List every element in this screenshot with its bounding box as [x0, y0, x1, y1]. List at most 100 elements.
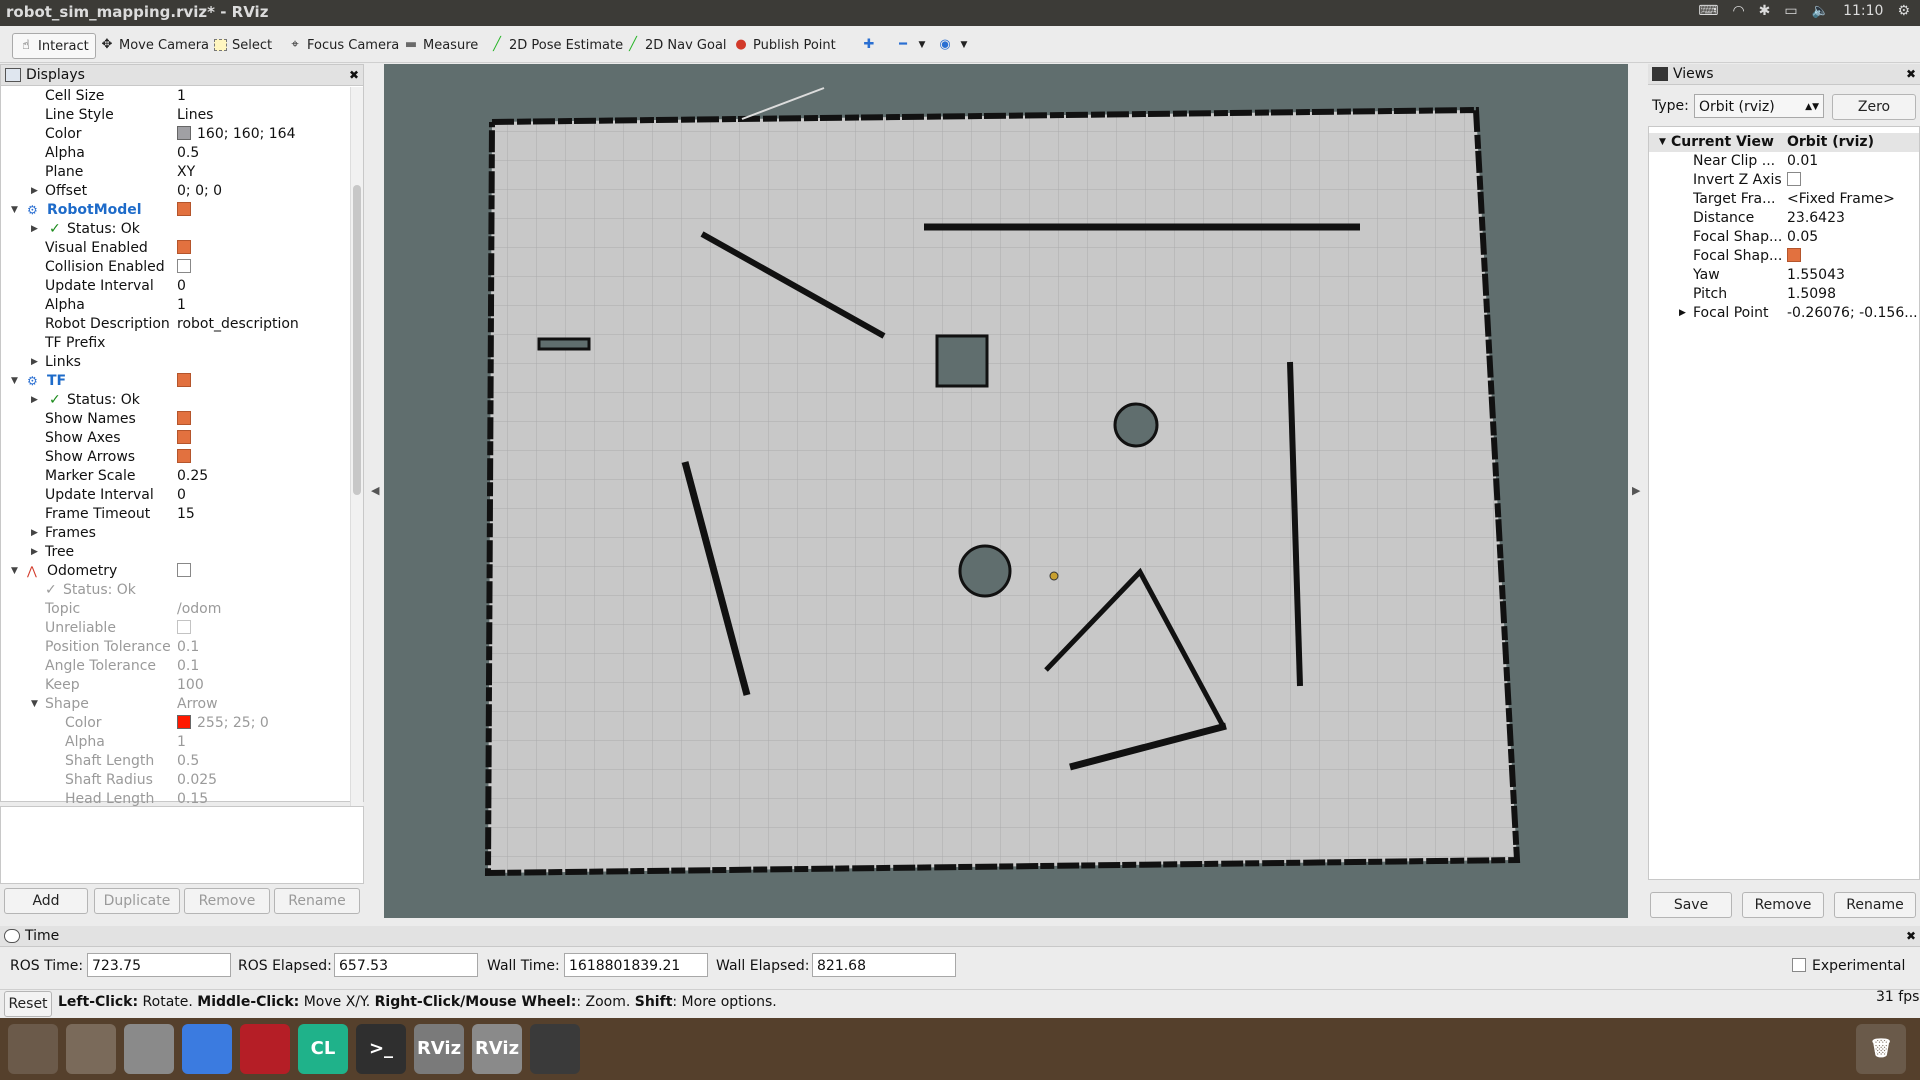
pose-estimate-tool[interactable]: ╱ 2D Pose Estimate [484, 33, 629, 57]
display-value[interactable]: robot_description [177, 315, 299, 334]
display-value[interactable]: 15 [177, 505, 195, 524]
view-prop-row[interactable]: ▶ Focal Point -0.26076; -0.156... [1649, 304, 1919, 323]
clock[interactable]: 11:10 [1843, 3, 1883, 19]
view-options-button[interactable]: ◉ ▼ [932, 33, 977, 57]
checked-checkbox[interactable] [177, 202, 191, 216]
views-tree[interactable]: ▼ Current View Orbit (rviz) Near Clip ..… [1648, 126, 1920, 880]
scrollbar-thumb[interactable] [353, 185, 361, 495]
display-row-shaft-radius[interactable]: Shaft Radius 0.025 [1, 771, 347, 790]
view-type-select[interactable]: Orbit (rviz) ▲▼ [1694, 94, 1824, 118]
expand-right-icon[interactable]: ▶ [31, 391, 38, 410]
display-row-topic[interactable]: Topic/odom [1, 600, 347, 619]
checked-checkbox[interactable] [177, 430, 191, 444]
checkbox[interactable] [177, 620, 191, 634]
displays-scrollbar[interactable] [350, 87, 363, 865]
checkbox[interactable] [177, 259, 191, 273]
focus-camera-tool[interactable]: ⌖ Focus Camera [282, 33, 405, 57]
display-row-color[interactable]: Color 160; 160; 164 [1, 125, 347, 144]
expand-right-icon[interactable]: ▶ [1679, 304, 1686, 323]
power-gear-icon[interactable]: ⚙ [1897, 3, 1910, 19]
save-view-button[interactable]: Save [1650, 892, 1732, 918]
remove-tool-button[interactable]: ━ ▼ [890, 33, 935, 57]
remove-view-button[interactable]: Remove [1742, 892, 1824, 918]
expand-down-icon[interactable]: ▼ [11, 201, 18, 220]
bluetooth-icon[interactable]: ✱ [1759, 3, 1771, 19]
display-row-robot-description[interactable]: Robot Description robot_description [1, 315, 347, 334]
checked-checkbox[interactable] [177, 240, 191, 254]
checked-checkbox[interactable] [177, 373, 191, 387]
expand-down-icon[interactable]: ▼ [11, 562, 18, 581]
add-button[interactable]: Add [4, 888, 88, 914]
display-row-rm-status[interactable]: ▶ ✓ Status: Ok [1, 220, 347, 239]
display-row-frame-timeout[interactable]: Frame Timeout 15 [1, 505, 347, 524]
move-camera-tool[interactable]: ✥ Move Camera [94, 33, 215, 57]
view-prop-row[interactable]: Pitch 1.5098 [1649, 285, 1919, 304]
chrome-icon[interactable] [182, 1024, 232, 1074]
display-row-frames[interactable]: ▶ Frames [1, 524, 347, 543]
reset-button[interactable]: Reset [4, 991, 52, 1017]
display-row-shaft-length[interactable]: Shaft Length 0.5 [1, 752, 347, 771]
display-row-marker-scale[interactable]: Marker Scale 0.25 [1, 467, 347, 486]
close-icon[interactable]: ✖ [1906, 67, 1916, 81]
display-value[interactable]: 1 [177, 87, 186, 106]
current-view-row[interactable]: ▼ Current View Orbit (rviz) [1649, 133, 1919, 152]
display-value[interactable]: 1 [177, 296, 186, 315]
display-row-collision-enabled[interactable]: Collision Enabled [1, 258, 347, 277]
terminal-icon[interactable]: >_ [356, 1024, 406, 1074]
expand-right-icon[interactable]: ▶ [31, 543, 38, 562]
files-icon[interactable] [66, 1024, 116, 1074]
focal-shape-checkbox[interactable] [1787, 248, 1801, 262]
view-prop-row[interactable]: Distance 23.6423 [1649, 209, 1919, 228]
render-viewport[interactable] [384, 64, 1628, 918]
collapse-right-arrow[interactable]: ▶ [1632, 484, 1640, 497]
rename-view-button[interactable]: Rename [1834, 892, 1916, 918]
display-row-show-names[interactable]: Show Names [1, 410, 347, 429]
display-value[interactable]: 255; 25; 0 [177, 714, 269, 733]
display-row-shape-alpha[interactable]: Alpha 1 [1, 733, 347, 752]
display-row-tf-status[interactable]: ▶ ✓ Status: Ok [1, 391, 347, 410]
display-value[interactable]: 0; 0; 0 [177, 182, 222, 201]
display-row-rm-update-interval[interactable]: Update Interval 0 [1, 277, 347, 296]
checkbox[interactable] [177, 563, 191, 577]
measure-tool[interactable]: ▬ Measure [398, 33, 484, 57]
wall-elapsed-field[interactable]: 821.68 [812, 953, 956, 977]
ros-time-field[interactable]: 723.75 [87, 953, 231, 977]
display-value[interactable]: /odom [177, 600, 221, 619]
collapse-left-arrow[interactable]: ◀ [371, 484, 379, 497]
checked-checkbox[interactable] [177, 411, 191, 425]
battery-icon[interactable]: ▭ [1784, 3, 1797, 19]
display-row-unreliable[interactable]: Unreliable [1, 619, 347, 638]
ros-elapsed-field[interactable]: 657.53 [334, 953, 478, 977]
view-prop-row[interactable]: Focal Shap... 0.05 [1649, 228, 1919, 247]
display-row-tf-prefix[interactable]: TF Prefix [1, 334, 347, 353]
display-row-line-style[interactable]: Line Style Lines [1, 106, 347, 125]
view-prop-row[interactable]: Target Fra... <Fixed Frame> [1649, 190, 1919, 209]
wifi-icon[interactable]: ◠ [1732, 3, 1744, 19]
display-row-cell-size[interactable]: Cell Size 1 [1, 87, 347, 106]
display-row-position-tolerance[interactable]: Position Tolerance 0.1 [1, 638, 347, 657]
rviz-2-icon[interactable]: RViz [472, 1024, 522, 1074]
clion-icon[interactable]: CL [298, 1024, 348, 1074]
expand-right-icon[interactable]: ▶ [31, 220, 38, 239]
display-row-visual-enabled[interactable]: Visual Enabled [1, 239, 347, 258]
expand-right-icon[interactable]: ▶ [31, 182, 38, 201]
trash-icon[interactable]: 🗑 [1856, 1024, 1906, 1074]
display-value[interactable]: 0.1 [177, 657, 199, 676]
experimental-checkbox[interactable] [1792, 958, 1806, 972]
interact-tool[interactable]: ☝ Interact [12, 33, 96, 59]
sublime-icon[interactable] [530, 1024, 580, 1074]
invert-z-checkbox[interactable] [1787, 172, 1801, 186]
publish-point-tool[interactable]: ● Publish Point [728, 33, 842, 57]
view-prop-row[interactable]: Near Clip ... 0.01 [1649, 152, 1919, 171]
zero-button[interactable]: Zero [1832, 94, 1916, 120]
view-prop-row[interactable]: Yaw 1.55043 [1649, 266, 1919, 285]
display-row-angle-tolerance[interactable]: Angle Tolerance 0.1 [1, 657, 347, 676]
display-value[interactable]: 0.5 [177, 144, 199, 163]
display-value[interactable]: 0.5 [177, 752, 199, 771]
display-row-keep[interactable]: Keep 100 [1, 676, 347, 695]
display-row-show-arrows[interactable]: Show Arrows [1, 448, 347, 467]
expand-down-icon[interactable]: ▼ [31, 695, 38, 714]
ubuntu-dash-icon[interactable] [8, 1024, 58, 1074]
display-row-alpha[interactable]: Alpha 0.5 [1, 144, 347, 163]
view-prop-row[interactable]: Focal Shap... [1649, 247, 1919, 266]
